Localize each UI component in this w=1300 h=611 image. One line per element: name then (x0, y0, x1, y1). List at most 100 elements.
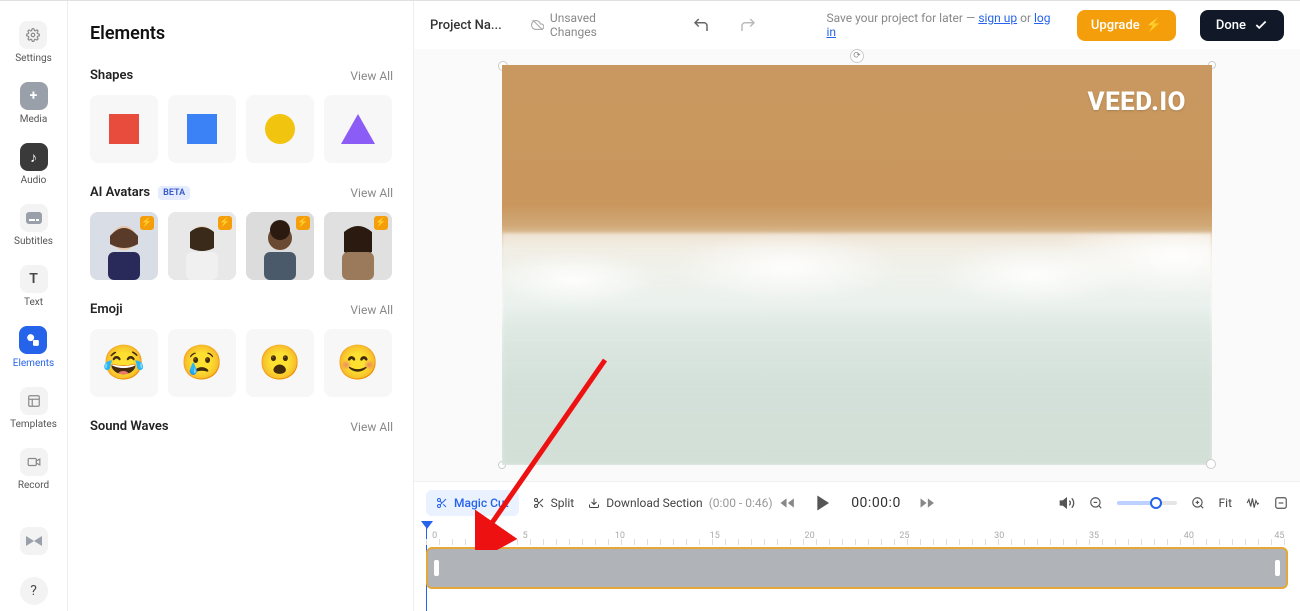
clip-handle-left[interactable] (434, 560, 439, 576)
avatars-title: AI AvatarsBETA (90, 185, 190, 200)
soundwaves-title: Sound Waves (90, 419, 169, 434)
scissors-sparkle-icon (436, 497, 448, 509)
settings-icon[interactable] (1274, 496, 1288, 510)
section-shapes: Shapes View All (90, 68, 393, 163)
timeline-clip[interactable] (426, 547, 1288, 589)
forward-button[interactable] (919, 495, 935, 511)
rotate-handle[interactable]: ⟳ (850, 49, 864, 63)
shapes-title: Shapes (90, 68, 133, 83)
nav-media[interactable]: + Media (20, 82, 48, 125)
nav-elements[interactable]: Elements (13, 326, 54, 369)
zoom-slider[interactable] (1117, 501, 1177, 505)
beta-badge: BETA (158, 186, 190, 200)
magic-cut-button[interactable]: Magic Cut (426, 490, 519, 516)
video-canvas[interactable]: ⟳ VEED.IO (502, 65, 1212, 465)
timeline-ruler[interactable]: 0 5 10 15 20 25 30 35 40 45 (426, 523, 1288, 545)
ruler-mark: 25 (899, 531, 909, 541)
zoom-out-button[interactable] (1089, 496, 1103, 510)
shape-red-square[interactable] (90, 95, 158, 163)
camera-icon (20, 448, 48, 476)
emoji-viewall[interactable]: View All (350, 303, 393, 317)
nav-subtitles[interactable]: Subtitles (14, 204, 53, 247)
watermark: VEED.IO (1088, 87, 1187, 117)
volume-button[interactable] (1059, 495, 1075, 511)
timecode: 00:00:0 (851, 495, 901, 511)
ruler-mark: 5 (523, 531, 528, 541)
nav-label: Media (20, 114, 48, 125)
avatar-3[interactable]: ⚡ (246, 212, 314, 280)
help-icon: ? (20, 577, 48, 605)
redo-button[interactable] (736, 13, 759, 37)
nav-templates[interactable]: Templates (10, 387, 57, 430)
bowtie-icon (20, 527, 48, 555)
avatars-viewall[interactable]: View All (350, 186, 393, 200)
nav-text[interactable]: T Text (20, 265, 48, 308)
avatar-4[interactable]: ⚡ (324, 212, 392, 280)
nav-transitions[interactable] (20, 527, 48, 555)
shapes-viewall[interactable]: View All (350, 69, 393, 83)
scissors-icon (533, 497, 545, 509)
ruler-mark: 10 (615, 531, 625, 541)
plus-icon: + (20, 82, 48, 110)
emoji-surprised[interactable]: 😮 (246, 329, 314, 397)
clip-handle-right[interactable] (1275, 560, 1280, 576)
nav-label: Subtitles (14, 236, 53, 247)
shape-yellow-circle[interactable] (246, 95, 314, 163)
nav-record[interactable]: Record (18, 448, 49, 491)
project-name[interactable]: Project Na... (430, 18, 507, 33)
ruler-mark: 20 (805, 531, 815, 541)
nav-label: Audio (21, 175, 47, 186)
upgrade-button[interactable]: Upgrade⚡ (1077, 10, 1176, 41)
bolt-icon: ⚡ (374, 216, 388, 230)
section-emoji: Emoji View All 😂 😢 😮 😊 (90, 302, 393, 397)
ruler-mark: 15 (710, 531, 720, 541)
shape-blue-square[interactable] (168, 95, 236, 163)
undo-button[interactable] (689, 13, 712, 37)
fit-button[interactable]: Fit (1219, 496, 1232, 510)
zoom-in-button[interactable] (1191, 496, 1205, 510)
nav-audio[interactable]: ♪ Audio (20, 143, 48, 186)
ruler-mark: 40 (1184, 531, 1194, 541)
panel-title: Elements (90, 23, 393, 44)
play-button[interactable] (813, 493, 833, 513)
ruler-mark: 30 (994, 531, 1004, 541)
emoji-blush[interactable]: 😊 (324, 329, 392, 397)
ruler-mark: 45 (1274, 531, 1284, 541)
cloud-off-icon (531, 18, 544, 32)
bolt-icon: ⚡ (296, 216, 310, 230)
avatar-1[interactable]: ⚡ (90, 212, 158, 280)
video-frame: VEED.IO (502, 65, 1212, 465)
soundwaves-viewall[interactable]: View All (350, 420, 393, 434)
playback-controls: Magic Cut Split Download Section(0:00 - … (414, 481, 1300, 523)
signup-link[interactable]: sign up (978, 11, 1017, 25)
emoji-joy[interactable]: 😂 (90, 329, 158, 397)
emoji-cry[interactable]: 😢 (168, 329, 236, 397)
save-prompt: Save your project for later — sign up or… (826, 11, 1052, 39)
main-area: Project Na... Unsaved Changes Save your … (414, 1, 1300, 611)
rewind-button[interactable] (779, 495, 795, 511)
bolt-icon: ⚡ (1146, 18, 1162, 33)
check-icon (1254, 18, 1268, 32)
avatar-2[interactable]: ⚡ (168, 212, 236, 280)
waveform-icon[interactable] (1246, 496, 1260, 510)
nav-label: Text (24, 297, 43, 308)
ruler-mark: 35 (1089, 531, 1099, 541)
bolt-icon: ⚡ (140, 216, 154, 230)
topbar: Project Na... Unsaved Changes Save your … (414, 1, 1300, 49)
zoom-thumb[interactable] (1150, 497, 1162, 509)
split-button[interactable]: Split (533, 496, 575, 510)
download-section-button[interactable]: Download Section(0:00 - 0:46) (588, 496, 772, 510)
download-icon (588, 497, 600, 509)
nav-label: Record (18, 480, 49, 491)
unsaved-status: Unsaved Changes (531, 11, 642, 39)
subtitles-icon (20, 204, 48, 232)
timeline[interactable]: 0 5 10 15 20 25 30 35 40 45 (414, 523, 1300, 611)
done-button[interactable]: Done (1200, 10, 1284, 41)
shapes-icon (19, 326, 47, 354)
elements-panel: Elements Shapes View All AI AvatarsBETA … (68, 1, 414, 611)
nav-settings[interactable]: Settings (15, 21, 52, 64)
canvas-wrap: ⟳ VEED.IO (414, 49, 1300, 481)
shape-purple-triangle[interactable] (324, 95, 392, 163)
music-note-icon: ♪ (20, 143, 48, 171)
nav-help[interactable]: ? (20, 577, 48, 605)
